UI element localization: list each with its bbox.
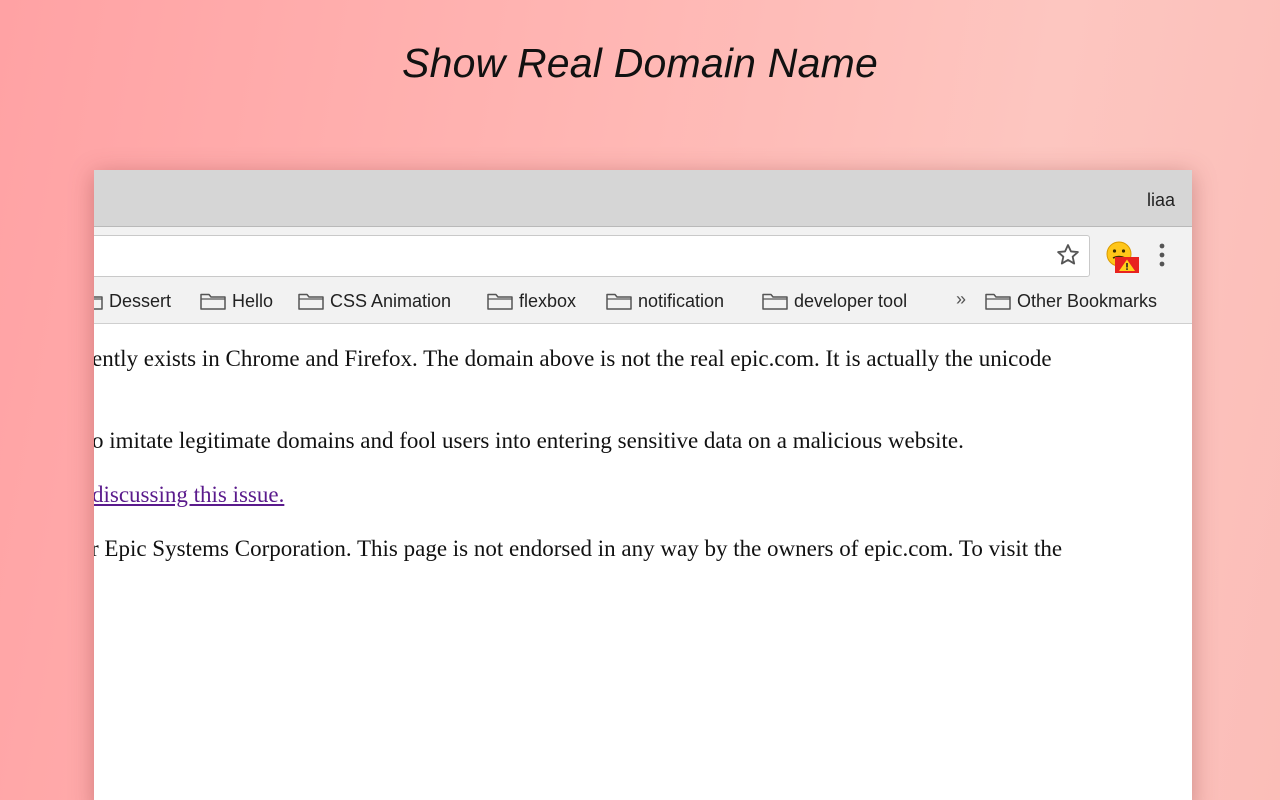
folder-icon: [606, 293, 632, 310]
headline: Show Real Domain Name: [402, 40, 878, 86]
bookmark-folder-css-animation[interactable]: CSS Animation: [298, 286, 451, 316]
folder-icon: [985, 293, 1011, 310]
paragraph-2: o imitate legitimate domains and fool us…: [94, 428, 964, 453]
profile-name[interactable]: liaa: [1147, 190, 1175, 211]
page-content: ently exists in Chrome and Firefox. The …: [94, 324, 1192, 800]
bookmark-folder-developer-tool[interactable]: developer tool: [762, 286, 907, 316]
address-bar[interactable]: [94, 235, 1090, 277]
paragraph-1: ently exists in Chrome and Firefox. The …: [94, 346, 1052, 371]
bookmark-label: Dessert: [109, 290, 172, 311]
bookmark-folder-notification[interactable]: notification: [606, 286, 724, 316]
bookmark-label: notification: [638, 290, 725, 311]
bookmark-star-icon[interactable]: [1055, 242, 1081, 268]
bookmark-label: CSS Animation: [330, 290, 452, 311]
browser-window: liaa Dessert Hello CSS Animation flexbox…: [94, 170, 1192, 800]
more-menu-icon[interactable]: [1154, 242, 1170, 268]
show-real-domain-extension-icon[interactable]: [1104, 240, 1140, 274]
bookmark-label: flexbox: [519, 290, 577, 311]
bookmark-label: developer tool: [794, 290, 908, 311]
bookmarks-overflow-button[interactable]: »: [956, 289, 966, 310]
toolbar: Dessert Hello CSS Animation flexbox noti…: [94, 227, 1192, 324]
folder-icon: [298, 293, 324, 310]
bookmarks-bar: Dessert Hello CSS Animation flexbox noti…: [94, 286, 1192, 316]
folder-icon: [200, 293, 226, 310]
discussion-link[interactable]: discussing this issue.: [94, 482, 284, 507]
title-bar: liaa: [94, 170, 1192, 227]
paragraph-3: r Epic Systems Corporation. This page is…: [94, 536, 1063, 561]
folder-icon: [487, 293, 513, 310]
folder-icon: [762, 293, 788, 310]
bookmark-folder-other-bookmarks[interactable]: Other Bookmarks: [985, 286, 1157, 316]
bookmark-label: Other Bookmarks: [1017, 290, 1158, 311]
folder-icon: [94, 296, 103, 310]
bookmark-folder-hello[interactable]: Hello: [200, 286, 273, 316]
paragraph-link: discussing this issue.: [94, 482, 284, 508]
bookmark-label: Hello: [232, 290, 274, 311]
bookmark-folder-flexbox[interactable]: flexbox: [487, 286, 576, 316]
bookmark-folder-dessert[interactable]: Dessert: [94, 286, 171, 316]
